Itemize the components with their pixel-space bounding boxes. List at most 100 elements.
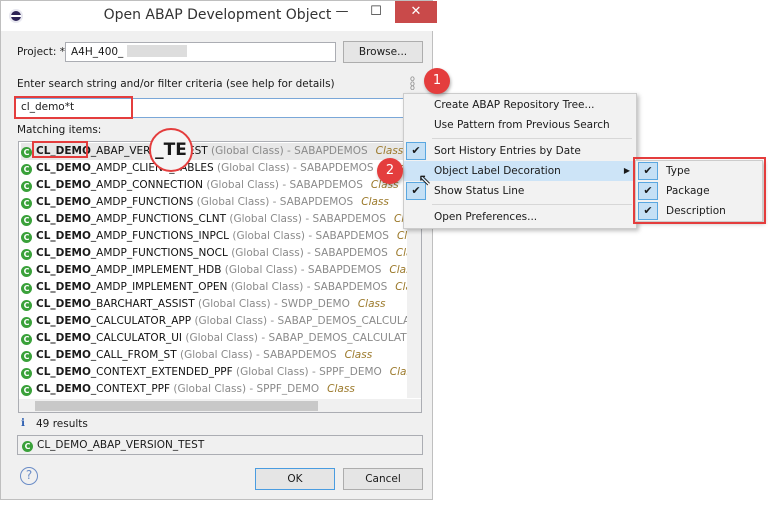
magnifier-callout: _TE xyxy=(149,128,193,172)
list-item[interactable]: C CL_DEMO_AMDP_CONNECTION (Global Class) … xyxy=(21,177,411,194)
class-icon: C xyxy=(21,317,32,328)
class-icon: C xyxy=(21,249,32,260)
close-button[interactable]: ✕ xyxy=(395,1,437,23)
item-name-rest: _AMDP_IMPLEMENT_HDB xyxy=(90,264,222,276)
check-icon: ✔ xyxy=(406,142,426,160)
item-match: CL_DEMO xyxy=(36,349,91,361)
menu-item-sort-history[interactable]: ✔ Sort History Entries by Date xyxy=(404,141,636,161)
menu-item-label: Show Status Line xyxy=(434,185,525,197)
matching-items-list[interactable]: CCL_DEMO_ABAP_VERSION_TEST (Global Class… xyxy=(18,141,422,413)
item-name-rest: _CALCULATOR_UI xyxy=(90,332,183,344)
submenu-arrow-icon: ▶ xyxy=(623,166,630,175)
scrollbar-thumb[interactable] xyxy=(35,401,318,411)
list-item[interactable]: C CL_DEMO_CALCULATOR_APP (Global Class) -… xyxy=(21,313,421,330)
horizontal-scrollbar[interactable] xyxy=(19,399,421,412)
item-match: CL_DEMO xyxy=(36,196,91,208)
list-item[interactable]: C CL_DEMO_BARCHART_ASSIST (Global Class) … xyxy=(21,296,411,313)
item-description: (Global Class) - SPPF_DEMO xyxy=(236,366,382,378)
item-description: (Global Class) - SABAPDEMOS xyxy=(231,247,388,259)
list-item[interactable]: C CL_DEMO_AMDP_FUNCTIONS (Global Class) -… xyxy=(21,194,411,211)
item-name-rest: _CONTEXT_PPF xyxy=(90,383,171,395)
project-value: A4H_400_ xyxy=(71,46,124,58)
class-icon: C xyxy=(21,164,32,175)
view-menu-icon[interactable]: ooo xyxy=(410,75,416,92)
menu-item-label: Sort History Entries by Date xyxy=(434,145,581,157)
item-type: Class xyxy=(357,298,386,310)
class-icon: C xyxy=(22,441,33,452)
item-description: (Global Class) - SABAPDEMOS xyxy=(179,349,337,361)
item-match: CL_DEMO xyxy=(36,179,91,191)
item-name-rest: _AMDP_IMPLEMENT_OPEN xyxy=(90,281,228,293)
menu-item-show-status-line[interactable]: ✔ Show Status Line xyxy=(404,181,636,201)
menu-item-label: Create ABAP Repository Tree... xyxy=(434,99,595,111)
callout-badge-1: 1 xyxy=(424,68,450,94)
menu-item-open-preferences[interactable]: Open Preferences... xyxy=(404,207,636,227)
class-icon: C xyxy=(21,198,32,209)
class-icon: C xyxy=(21,181,32,192)
item-description: (Global Class) - SABAPDEMOS xyxy=(230,281,388,293)
item-name-rest: _AMDP_FUNCTIONS_CLNT xyxy=(90,213,226,225)
item-name-rest: _CONTEXT_EXTENDED_PPF xyxy=(90,366,233,378)
browse-button[interactable]: Browse... xyxy=(343,41,423,63)
help-icon[interactable]: ? xyxy=(20,467,38,485)
menu-item-create-tree[interactable]: Create ABAP Repository Tree... xyxy=(404,95,636,115)
item-type: Class xyxy=(361,196,389,208)
list-item[interactable]: C CL_DEMO_CONTEXT_EXTENDED_PPF (Global Cl… xyxy=(21,364,417,381)
redacted-text xyxy=(126,45,187,57)
class-icon: C xyxy=(21,215,32,226)
submenu-highlight xyxy=(633,157,766,224)
item-description: (Global Class) - SABAPDEMOS xyxy=(206,179,363,191)
menu-separator xyxy=(432,204,632,205)
class-icon: C xyxy=(21,334,32,345)
menu-item-label: Use Pattern from Previous Search xyxy=(434,119,610,131)
item-match: CL_DEMO xyxy=(36,298,91,310)
minimize-button[interactable]: — xyxy=(327,1,357,23)
maximize-button[interactable]: ☐ xyxy=(361,1,391,23)
item-description: (Global Class) - SABAPDEMOS xyxy=(232,230,389,242)
item-description: (Global Class) - SABAPDEMOS xyxy=(224,264,382,276)
dialog: Open ABAP Development Object — ☐ ✕ Proje… xyxy=(0,0,437,500)
item-name-rest: _AMDP_FUNCTIONS_INPCL xyxy=(90,230,230,242)
item-type: Class xyxy=(375,145,404,157)
search-highlight xyxy=(14,96,133,119)
mouse-cursor-icon: ⇖ xyxy=(418,170,432,189)
class-icon: C xyxy=(21,266,32,277)
item-name-rest: _AMDP_CONNECTION xyxy=(90,179,203,191)
item-match: CL_DEMO xyxy=(36,162,91,174)
project-input[interactable]: A4H_400_ xyxy=(65,42,336,62)
menu-item-label: Object Label Decoration xyxy=(434,165,561,177)
view-menu: Create ABAP Repository Tree... Use Patte… xyxy=(403,93,637,229)
info-icon: i xyxy=(21,417,25,429)
list-item[interactable]: C CL_DEMO_AMDP_FUNCTIONS_NOCL (Global Cla… xyxy=(21,245,421,262)
item-description: (Global Class) - SABAPDEMOS xyxy=(211,145,368,157)
item-name-rest: _CALCULATOR_APP xyxy=(90,315,192,327)
item-name-rest: _AMDP_FUNCTIONS_NOCL xyxy=(90,247,228,259)
list-item[interactable]: C CL_DEMO_AMDP_FUNCTIONS_CLNT (Global Cla… xyxy=(21,211,421,228)
list-item[interactable]: C CL_DEMO_AMDP_IMPLEMENT_OPEN (Global Cla… xyxy=(21,279,421,296)
item-match: CL_DEMO xyxy=(36,383,91,395)
menu-item-use-pattern[interactable]: Use Pattern from Previous Search xyxy=(404,115,636,135)
item-description: (Global Class) - SABAPDEMOS xyxy=(229,213,386,225)
list-item[interactable]: C CL_DEMO_AMDP_CLIENT_TABLES (Global Clas… xyxy=(21,160,411,177)
ok-button[interactable]: OK xyxy=(255,468,335,490)
class-icon: C xyxy=(21,283,32,294)
list-item[interactable]: C CL_DEMO_AMDP_FUNCTIONS_INPCL (Global Cl… xyxy=(21,228,421,245)
item-name-rest: _AMDP_CLIENT_TABLES xyxy=(90,162,214,174)
item-description: (Global Class) - SABAPDEMOS xyxy=(217,162,374,174)
item-name-rest: _AMDP_FUNCTIONS xyxy=(90,196,194,208)
menu-item-object-label-decoration[interactable]: Object Label Decoration ▶ xyxy=(404,161,636,181)
selected-item-field: C CL_DEMO_ABAP_VERSION_TEST xyxy=(17,435,423,455)
project-label: Project: * xyxy=(17,46,66,58)
list-item[interactable]: C CL_DEMO_CALL_FROM_ST (Global Class) - S… xyxy=(21,347,411,364)
class-icon: C xyxy=(21,368,32,379)
item-description: (Global Class) - SABAP_DEMOS_CALCULATOR xyxy=(185,332,422,344)
list-item[interactable]: C CL_DEMO_AMDP_IMPLEMENT_HDB (Global Clas… xyxy=(21,262,417,279)
title-bar: Open ABAP Development Object — ☐ ✕ xyxy=(1,1,437,31)
list-item[interactable]: C CL_DEMO_CALCULATOR_UI (Global Class) - … xyxy=(21,330,421,347)
class-icon: C xyxy=(21,385,32,396)
list-item[interactable]: C CL_DEMO_CONTEXT_PPF (Global Class) - SP… xyxy=(21,381,411,398)
cancel-button[interactable]: Cancel xyxy=(343,468,423,490)
prefix-highlight xyxy=(32,141,88,158)
item-match: CL_DEMO xyxy=(36,366,91,378)
item-name-rest: _BARCHART_ASSIST xyxy=(90,298,195,310)
